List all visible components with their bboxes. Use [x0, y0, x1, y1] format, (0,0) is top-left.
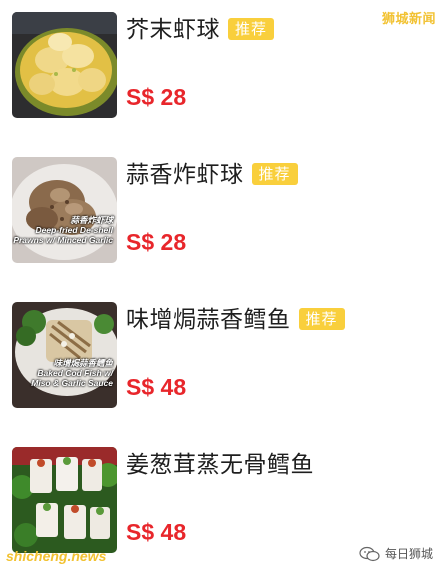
recommended-badge: 推荐	[251, 163, 298, 185]
menu-item[interactable]: 蒜香炸虾球 Deep-fried De-shell Prawns w/ Minc…	[0, 157, 443, 267]
dish-price: S$ 28	[126, 84, 187, 110]
recommended-badge: 推荐	[298, 308, 345, 330]
wechat-icon	[359, 546, 380, 561]
menu-item[interactable]: 味增焗蒜香鳕鱼 Baked Cod Fish w/ Miso & Garlic …	[0, 302, 443, 412]
watermark-site: shicheng.news	[6, 548, 107, 564]
menu-item[interactable]: 姜葱茸蒸无骨鳕鱼 S$ 48	[0, 447, 443, 557]
photo-caption: 蒜香炸虾球 Deep-fried De-shell Prawns w/ Minc…	[13, 215, 113, 245]
dish-photo	[12, 12, 117, 118]
dish-price: S$ 28	[126, 229, 187, 255]
watermark-account: 每日狮城	[359, 545, 433, 562]
dish-photo: 味增焗蒜香鳕鱼 Baked Cod Fish w/ Miso & Garlic …	[12, 302, 117, 408]
dish-name: 味增焗蒜香鳕鱼 推荐	[126, 304, 345, 336]
dish-name: 蒜香炸虾球 推荐	[126, 159, 298, 191]
watermark-account-label: 每日狮城	[384, 547, 433, 561]
dish-price: S$ 48	[126, 374, 187, 400]
photo-caption: 味增焗蒜香鳕鱼 Baked Cod Fish w/ Miso & Garlic …	[31, 358, 113, 388]
dish-name: 芥末虾球 推荐	[126, 14, 275, 46]
dish-price: S$ 48	[126, 519, 187, 545]
menu-item[interactable]: 芥末虾球 推荐 S$ 28	[0, 12, 443, 122]
dish-photo	[12, 447, 117, 553]
dish-photo: 蒜香炸虾球 Deep-fried De-shell Prawns w/ Minc…	[12, 157, 117, 263]
recommended-badge: 推荐	[228, 18, 275, 40]
dish-name: 姜葱茸蒸无骨鳕鱼	[126, 452, 314, 478]
